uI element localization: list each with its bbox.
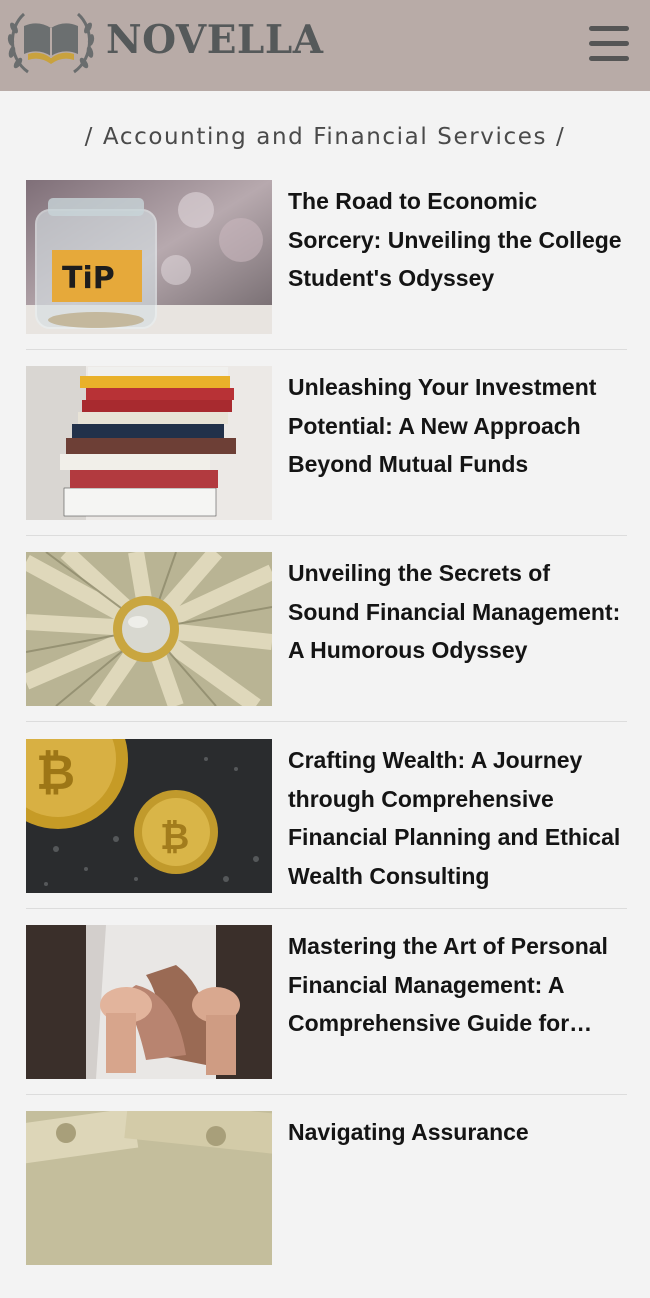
tip-jar-image[interactable]: TiP [26,180,272,334]
brand-name[interactable]: NOVELLA [106,17,324,63]
article-title[interactable]: The Road to Economic Sorcery: Unveiling … [288,182,624,298]
article-item[interactable]: ₿ ₿ Crafting Wealth: A Journey through C… [26,739,627,926]
category-breadcrumb: / Accounting and Financial Services / [84,124,566,150]
divider [26,535,627,536]
jar-label: TiP [62,261,115,296]
divider [26,1094,627,1095]
article-title[interactable]: Unleashing Your Investment Potential: A … [288,368,624,484]
empty-wallet-image[interactable] [26,925,272,1079]
svg-text:₿: ₿ [36,745,75,801]
article-item[interactable]: Unleashing Your Investment Potential: A … [26,366,627,553]
svg-text:₿: ₿ [160,817,189,858]
article-title[interactable]: Mastering the Art of Personal Financial … [288,927,624,1043]
article-title[interactable]: Crafting Wealth: A Journey through Compr… [288,741,624,895]
site-header: NOVELLA [0,0,650,91]
divider [26,908,627,909]
article-item[interactable]: Mastering the Art of Personal Financial … [26,925,627,1112]
open-book-laurel-icon[interactable] [4,6,98,82]
coin-on-banknotes-image[interactable] [26,552,272,706]
article-title[interactable]: Navigating Assurance [288,1113,624,1152]
article-item[interactable]: TiP The Road to Economic Sorcery: Unveil… [26,180,627,367]
bitcoin-coins-image[interactable]: ₿ ₿ [26,739,272,893]
divider [26,349,627,350]
article-item[interactable]: Navigating Assurance [26,1111,627,1298]
banknotes-image[interactable] [26,1111,272,1265]
book-stack-image[interactable] [26,366,272,520]
divider [26,721,627,722]
article-item[interactable]: Unveiling the Secrets of Sound Financial… [26,552,627,739]
article-title[interactable]: Unveiling the Secrets of Sound Financial… [288,554,624,670]
hamburger-menu-icon[interactable] [589,24,631,64]
